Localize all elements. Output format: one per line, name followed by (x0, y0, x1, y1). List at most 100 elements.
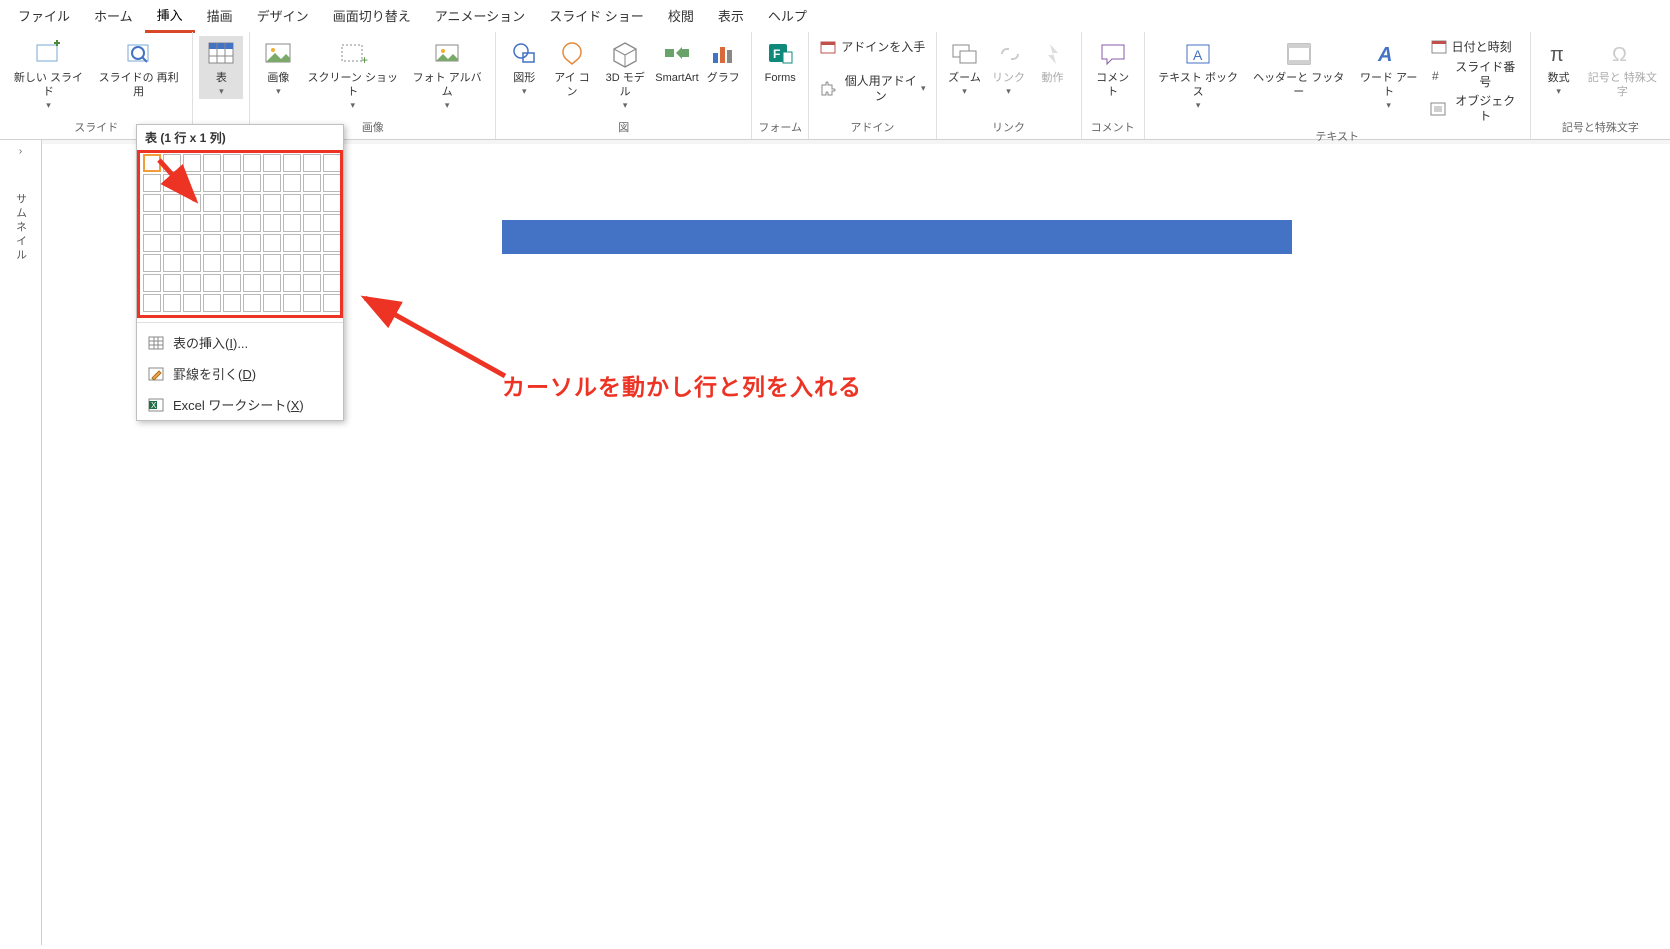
new-slide-button[interactable]: 新しい スライド▾ (6, 36, 91, 113)
grid-cell[interactable] (263, 214, 281, 232)
grid-cell[interactable] (143, 194, 161, 212)
grid-cell[interactable] (203, 274, 221, 292)
grid-cell[interactable] (163, 174, 181, 192)
grid-cell[interactable] (203, 214, 221, 232)
grid-cell[interactable] (143, 254, 161, 272)
grid-cell[interactable] (143, 154, 161, 172)
grid-cell[interactable] (163, 154, 181, 172)
grid-cell[interactable] (183, 174, 201, 192)
grid-cell[interactable] (303, 294, 321, 312)
grid-cell[interactable] (223, 154, 241, 172)
grid-cell[interactable] (303, 274, 321, 292)
grid-cell[interactable] (243, 254, 261, 272)
grid-cell[interactable] (183, 274, 201, 292)
grid-cell[interactable] (323, 294, 341, 312)
grid-cell[interactable] (303, 234, 321, 252)
grid-cell[interactable] (143, 294, 161, 312)
photo-album-button[interactable]: フォト アルバム▾ (405, 36, 489, 113)
grid-cell[interactable] (323, 274, 341, 292)
3d-models-button[interactable]: 3D モデル▾ (598, 36, 653, 113)
grid-cell[interactable] (303, 194, 321, 212)
grid-cell[interactable] (283, 174, 301, 192)
tab-ホーム[interactable]: ホーム (82, 0, 145, 31)
tab-表示[interactable]: 表示 (706, 0, 756, 31)
grid-cell[interactable] (263, 254, 281, 272)
tab-デザイン[interactable]: デザイン (245, 0, 321, 31)
grid-cell[interactable] (223, 274, 241, 292)
grid-cell[interactable] (283, 274, 301, 292)
tab-挿入[interactable]: 挿入 (145, 0, 195, 33)
grid-cell[interactable] (223, 294, 241, 312)
slidenum-button[interactable]: # スライド番号 (1426, 58, 1524, 92)
slide-canvas[interactable] (302, 144, 1492, 949)
grid-cell[interactable] (143, 274, 161, 292)
headerfooter-button[interactable]: ヘッダーと フッター (1246, 36, 1352, 102)
grid-cell[interactable] (223, 194, 241, 212)
grid-cell[interactable] (263, 174, 281, 192)
object-button[interactable]: オブジェクト (1426, 92, 1524, 126)
grid-cell[interactable] (283, 214, 301, 232)
grid-cell[interactable] (243, 214, 261, 232)
grid-cell[interactable] (223, 234, 241, 252)
grid-cell[interactable] (303, 254, 321, 272)
grid-cell[interactable] (323, 194, 341, 212)
grid-cell[interactable] (303, 214, 321, 232)
grid-cell[interactable] (283, 194, 301, 212)
forms-button[interactable]: F Forms (758, 36, 802, 88)
grid-cell[interactable] (323, 154, 341, 172)
grid-cell[interactable] (183, 254, 201, 272)
grid-cell[interactable] (263, 194, 281, 212)
grid-cell[interactable] (223, 214, 241, 232)
grid-cell[interactable] (143, 234, 161, 252)
grid-cell[interactable] (143, 174, 161, 192)
tab-ファイル[interactable]: ファイル (6, 0, 82, 31)
grid-cell[interactable] (143, 214, 161, 232)
grid-cell[interactable] (283, 234, 301, 252)
grid-cell[interactable] (183, 194, 201, 212)
icons-button[interactable]: アイ コン (546, 36, 598, 102)
comment-button[interactable]: コメント (1088, 36, 1138, 102)
grid-cell[interactable] (183, 214, 201, 232)
grid-cell[interactable] (243, 234, 261, 252)
grid-cell[interactable] (183, 154, 201, 172)
table-size-grid[interactable] (143, 154, 337, 312)
grid-cell[interactable] (243, 274, 261, 292)
grid-cell[interactable] (323, 254, 341, 272)
grid-cell[interactable] (203, 254, 221, 272)
grid-cell[interactable] (203, 174, 221, 192)
grid-cell[interactable] (203, 154, 221, 172)
grid-cell[interactable] (243, 194, 261, 212)
grid-cell[interactable] (323, 234, 341, 252)
my-addins-button[interactable]: 個人用アドイン ▾ (815, 72, 929, 106)
tab-画面切り替え[interactable]: 画面切り替え (321, 0, 423, 31)
grid-cell[interactable] (303, 174, 321, 192)
wordart-button[interactable]: A ワード アート▾ (1352, 36, 1426, 113)
zoom-button[interactable]: ズーム▾ (943, 36, 987, 99)
grid-cell[interactable] (323, 214, 341, 232)
grid-cell[interactable] (163, 194, 181, 212)
grid-cell[interactable] (203, 234, 221, 252)
screenshot-button[interactable]: + スクリーン ショット▾ (300, 36, 405, 113)
grid-cell[interactable] (283, 254, 301, 272)
table-button[interactable]: 表▾ (199, 36, 243, 99)
grid-cell[interactable] (283, 154, 301, 172)
grid-cell[interactable] (203, 294, 221, 312)
grid-cell[interactable] (163, 254, 181, 272)
grid-cell[interactable] (263, 154, 281, 172)
grid-cell[interactable] (263, 274, 281, 292)
grid-cell[interactable] (223, 254, 241, 272)
smartart-button[interactable]: SmartArt (653, 36, 702, 88)
grid-cell[interactable] (263, 294, 281, 312)
grid-cell[interactable] (203, 194, 221, 212)
grid-cell[interactable] (183, 234, 201, 252)
grid-cell[interactable] (243, 154, 261, 172)
insert-table-item[interactable]: 表の挿入(I)... (137, 327, 343, 358)
datetime-button[interactable]: 日付と時刻 (1426, 36, 1524, 58)
image-button[interactable]: 画像▾ (256, 36, 300, 99)
chart-button[interactable]: グラフ (701, 36, 745, 88)
tab-描画[interactable]: 描画 (195, 0, 245, 31)
tab-ヘルプ[interactable]: ヘルプ (756, 0, 819, 31)
slide-title-placeholder[interactable] (502, 220, 1292, 254)
grid-cell[interactable] (163, 294, 181, 312)
equation-button[interactable]: π 数式▾ (1537, 36, 1581, 99)
